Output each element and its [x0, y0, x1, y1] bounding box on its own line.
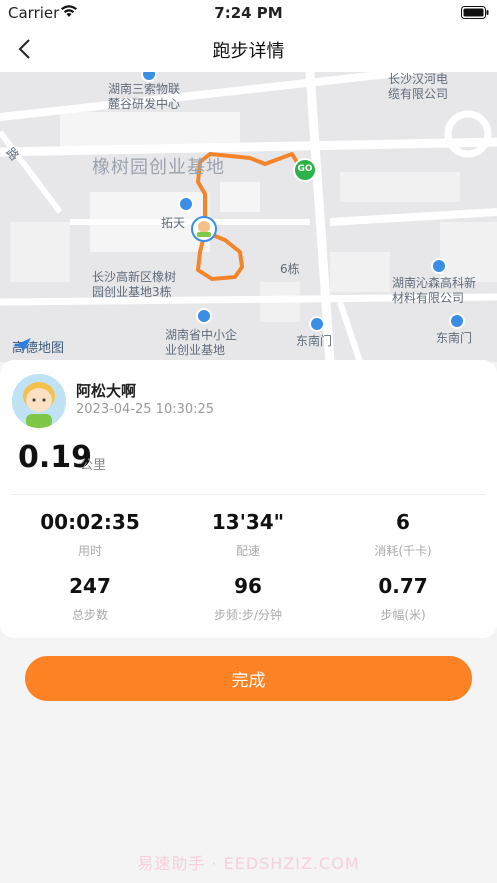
map-label-building6: 6栋 [280, 262, 300, 276]
status-bar: Carrier 7:24 PM [0, 0, 497, 26]
divider [12, 494, 485, 495]
map-label-xiangshuyuan: 橡树园创业基地 [92, 157, 225, 178]
map-poi-pin-icon [431, 258, 447, 274]
map-label-building3: 长沙高新区橡树 园创业基地3栋 [92, 270, 177, 299]
stat-label: 步频:步/分钟 [213, 608, 283, 622]
run-datetime: 2023-04-25 10:30:25 [76, 402, 215, 417]
map-label-hanhe: 长沙汉河电 缆有限公司 [388, 72, 449, 101]
route-map[interactable]: 湖南三索物联 麓谷研发中心 长沙汉河电 缆有限公司 橡树园创业基地 拓天 长沙高… [0, 72, 497, 362]
run-summary-card: 阿松大啊 2023-04-25 10:30:25 0.19 公里 00:02:3… [0, 360, 497, 638]
stat-value: 247 [69, 574, 111, 598]
page-title: 跑步详情 [212, 41, 285, 62]
stat-label: 消耗(千卡) [374, 544, 432, 558]
go-marker-label: GO [297, 164, 313, 174]
avatar-illustration [12, 374, 66, 428]
map-poi-pin-icon [178, 196, 194, 212]
stat-stride: 0.77 步幅(米) [313, 574, 493, 623]
map-label-sansuo: 湖南三索物联 麓谷研发中心 [108, 82, 181, 111]
amap-logo: 高德地图 [12, 337, 64, 356]
amap-logo-icon [13, 338, 31, 352]
map-label-southeast-gate-1: 东南门 [296, 334, 333, 348]
stat-value: 13'34" [211, 510, 285, 534]
map-label-sme-base: 湖南省中小企 业创业基地 [165, 328, 238, 357]
distance-unit: 公里 [80, 458, 107, 473]
stat-value: 96 [234, 574, 262, 598]
stat-value: 0.77 [378, 574, 428, 598]
avatar [12, 374, 66, 428]
stat-label: 总步数 [71, 608, 108, 622]
stat-label: 配速 [235, 544, 260, 558]
map-label-qinsen: 湖南沁森高科新 材料有限公司 [392, 276, 477, 305]
stat-label: 用时 [77, 544, 102, 558]
map-poi-pin-icon [196, 308, 212, 324]
stat-calories: 6 消耗(千卡) [313, 510, 493, 559]
stat-value: 6 [396, 510, 410, 534]
battery-icon [461, 6, 489, 19]
stat-value: 00:02:35 [40, 510, 140, 534]
status-time: 7:24 PM [214, 4, 283, 22]
map-gate-icon [309, 316, 325, 332]
stat-pace: 13'34" 配速 [158, 510, 338, 559]
stat-label: 步幅(米) [380, 608, 426, 622]
map-graphics [0, 72, 497, 362]
user-name: 阿松大啊 [76, 382, 137, 400]
finish-button[interactable]: 完成 [25, 656, 472, 701]
stat-cadence: 96 步频:步/分钟 [158, 574, 338, 623]
stat-duration: 00:02:35 用时 [0, 510, 180, 559]
map-gate-icon [449, 313, 465, 329]
map-label-tuotian: 拓天 [161, 216, 186, 230]
stat-total-steps: 247 总步数 [0, 574, 180, 623]
nav-bar: 跑步详情 [0, 26, 497, 72]
map-label-southeast-gate-2: 东南门 [436, 331, 473, 345]
watermark: 易速助手 · EEDSHZIZ.COM [137, 854, 360, 873]
